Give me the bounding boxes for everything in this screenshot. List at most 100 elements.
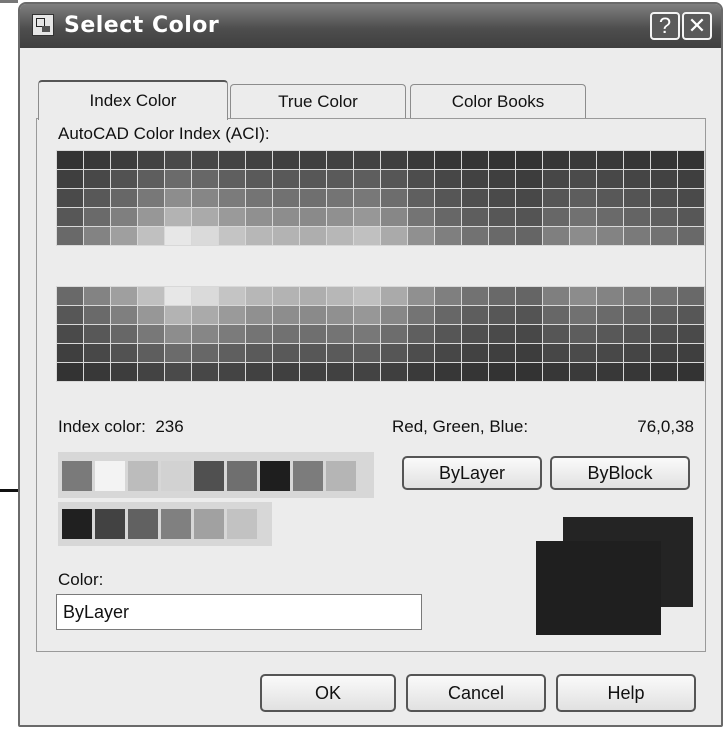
aci-swatch[interactable] bbox=[381, 170, 407, 188]
aci-swatch[interactable] bbox=[624, 306, 650, 324]
aci-swatch[interactable] bbox=[354, 344, 380, 362]
aci-swatch[interactable] bbox=[84, 344, 110, 362]
aci-swatch[interactable] bbox=[165, 344, 191, 362]
aci-swatch[interactable] bbox=[57, 306, 83, 324]
aci-swatch[interactable] bbox=[84, 189, 110, 207]
aci-swatch[interactable] bbox=[57, 227, 83, 245]
color-swatch[interactable] bbox=[95, 461, 125, 491]
color-swatch[interactable] bbox=[260, 461, 290, 491]
aci-swatch[interactable] bbox=[219, 208, 245, 226]
aci-swatch[interactable] bbox=[192, 344, 218, 362]
color-swatch[interactable] bbox=[95, 509, 125, 539]
aci-swatch[interactable] bbox=[597, 151, 623, 169]
aci-swatch[interactable] bbox=[651, 325, 677, 343]
aci-swatch[interactable] bbox=[111, 363, 137, 381]
aci-swatch[interactable] bbox=[84, 363, 110, 381]
aci-swatch[interactable] bbox=[381, 287, 407, 305]
aci-swatch[interactable] bbox=[219, 170, 245, 188]
aci-swatch[interactable] bbox=[273, 363, 299, 381]
aci-swatch[interactable] bbox=[192, 363, 218, 381]
aci-swatch[interactable] bbox=[273, 208, 299, 226]
bylayer-button[interactable]: ByLayer bbox=[402, 456, 542, 490]
aci-swatch[interactable] bbox=[300, 227, 326, 245]
aci-swatch[interactable] bbox=[678, 363, 704, 381]
aci-swatch[interactable] bbox=[435, 306, 461, 324]
aci-swatch[interactable] bbox=[651, 287, 677, 305]
aci-swatch[interactable] bbox=[489, 287, 515, 305]
aci-swatch[interactable] bbox=[192, 287, 218, 305]
aci-swatch[interactable] bbox=[300, 325, 326, 343]
tab-true-color[interactable]: True Color bbox=[230, 84, 406, 118]
aci-swatch[interactable] bbox=[543, 287, 569, 305]
aci-swatch[interactable] bbox=[570, 344, 596, 362]
aci-swatch[interactable] bbox=[138, 325, 164, 343]
aci-swatch[interactable] bbox=[651, 227, 677, 245]
aci-swatch[interactable] bbox=[597, 287, 623, 305]
aci-swatch[interactable] bbox=[327, 227, 353, 245]
help-icon[interactable]: ? bbox=[650, 12, 680, 40]
aci-swatch[interactable] bbox=[192, 325, 218, 343]
aci-swatch[interactable] bbox=[543, 363, 569, 381]
aci-swatch[interactable] bbox=[165, 287, 191, 305]
aci-swatch[interactable] bbox=[570, 151, 596, 169]
aci-swatch[interactable] bbox=[84, 227, 110, 245]
aci-swatch[interactable] bbox=[516, 170, 542, 188]
aci-swatch[interactable] bbox=[462, 306, 488, 324]
aci-swatch[interactable] bbox=[678, 344, 704, 362]
aci-swatch[interactable] bbox=[354, 170, 380, 188]
aci-swatch[interactable] bbox=[489, 306, 515, 324]
aci-swatch[interactable] bbox=[570, 363, 596, 381]
aci-swatch[interactable] bbox=[273, 306, 299, 324]
aci-swatch[interactable] bbox=[138, 287, 164, 305]
color-swatch[interactable] bbox=[161, 461, 191, 491]
aci-swatch[interactable] bbox=[489, 170, 515, 188]
aci-swatch[interactable] bbox=[138, 208, 164, 226]
aci-swatch[interactable] bbox=[678, 151, 704, 169]
aci-swatch[interactable] bbox=[489, 363, 515, 381]
aci-swatch[interactable] bbox=[192, 306, 218, 324]
aci-swatch[interactable] bbox=[462, 344, 488, 362]
aci-swatch[interactable] bbox=[462, 208, 488, 226]
aci-swatch[interactable] bbox=[246, 306, 272, 324]
aci-swatch[interactable] bbox=[435, 208, 461, 226]
aci-swatch[interactable] bbox=[219, 306, 245, 324]
aci-swatch[interactable] bbox=[165, 151, 191, 169]
aci-swatch[interactable] bbox=[219, 287, 245, 305]
aci-swatch[interactable] bbox=[597, 208, 623, 226]
color-swatch[interactable] bbox=[194, 461, 224, 491]
aci-swatch[interactable] bbox=[678, 208, 704, 226]
aci-swatch[interactable] bbox=[516, 189, 542, 207]
aci-swatch[interactable] bbox=[354, 325, 380, 343]
color-swatch[interactable] bbox=[62, 509, 92, 539]
aci-swatch[interactable] bbox=[327, 306, 353, 324]
aci-swatch[interactable] bbox=[273, 344, 299, 362]
aci-swatch[interactable] bbox=[246, 363, 272, 381]
aci-swatch[interactable] bbox=[111, 170, 137, 188]
aci-swatch[interactable] bbox=[165, 170, 191, 188]
aci-swatch[interactable] bbox=[570, 287, 596, 305]
aci-swatch[interactable] bbox=[111, 227, 137, 245]
aci-swatch[interactable] bbox=[138, 344, 164, 362]
color-swatch[interactable] bbox=[293, 461, 323, 491]
aci-swatch[interactable] bbox=[84, 325, 110, 343]
aci-swatch[interactable] bbox=[435, 363, 461, 381]
aci-swatch[interactable] bbox=[327, 170, 353, 188]
aci-swatch[interactable] bbox=[543, 170, 569, 188]
aci-swatch[interactable] bbox=[516, 151, 542, 169]
aci-swatch[interactable] bbox=[435, 344, 461, 362]
aci-swatch[interactable] bbox=[381, 189, 407, 207]
aci-swatch[interactable] bbox=[354, 363, 380, 381]
aci-swatch[interactable] bbox=[651, 189, 677, 207]
color-swatch[interactable] bbox=[128, 509, 158, 539]
aci-swatch[interactable] bbox=[435, 325, 461, 343]
aci-swatch[interactable] bbox=[192, 189, 218, 207]
tab-index-color[interactable]: Index Color bbox=[38, 80, 228, 120]
aci-swatch[interactable] bbox=[219, 227, 245, 245]
aci-swatch[interactable] bbox=[408, 189, 434, 207]
aci-swatch[interactable] bbox=[354, 227, 380, 245]
aci-swatch[interactable] bbox=[678, 287, 704, 305]
aci-swatch[interactable] bbox=[381, 344, 407, 362]
aci-swatch[interactable] bbox=[570, 170, 596, 188]
aci-swatch[interactable] bbox=[246, 189, 272, 207]
aci-swatch[interactable] bbox=[408, 208, 434, 226]
